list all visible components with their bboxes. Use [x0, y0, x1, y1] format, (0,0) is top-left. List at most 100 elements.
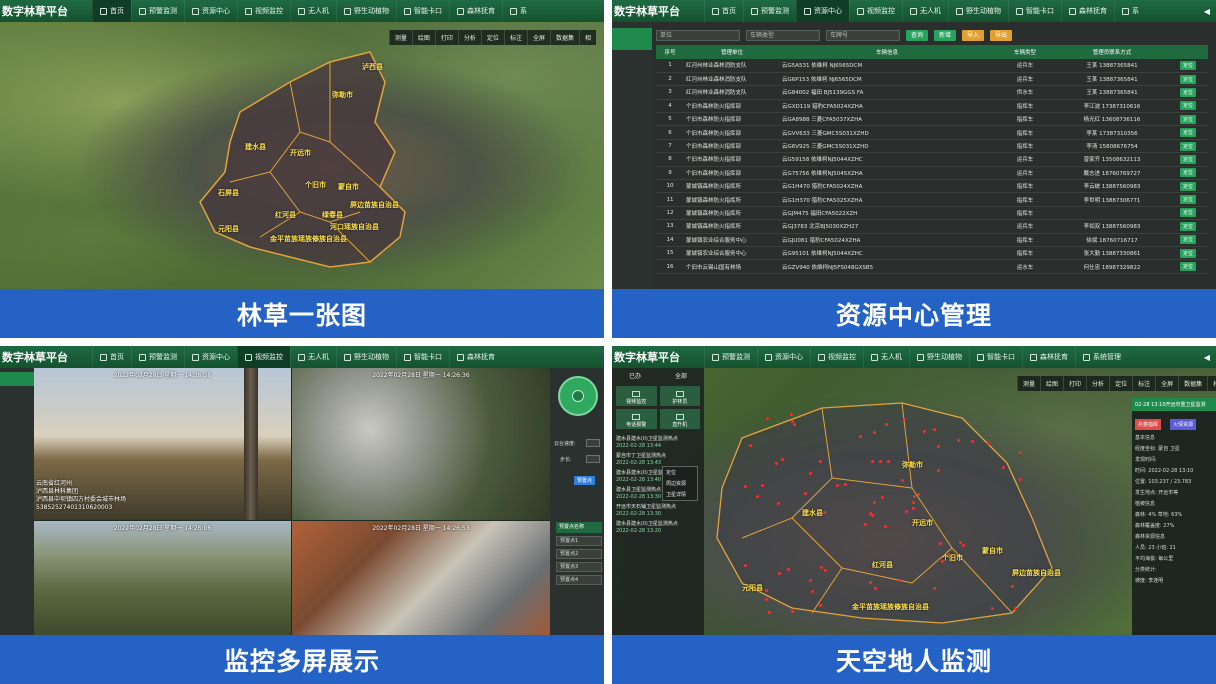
sound-icon[interactable]: ◀ — [1198, 0, 1216, 22]
fire-point[interactable] — [778, 571, 782, 575]
tool-analyze[interactable]: 分析 — [457, 30, 481, 45]
nav-resource[interactable]: 资源中心 — [184, 346, 237, 368]
fire-point[interactable] — [823, 510, 827, 514]
locate-button[interactable]: 定位 — [1179, 141, 1196, 151]
nav-forest-care[interactable]: 森林抚育 — [1061, 0, 1114, 22]
nav-system[interactable]: 系 — [1114, 0, 1146, 22]
fire-command-button[interactable]: 扑救指挥 — [1135, 419, 1162, 430]
table-row[interactable]: 5 个旧市森林防火指挥部 云GA8988 三菱CFA5037XZHA 指挥车 杨光红 1… — [656, 112, 1208, 127]
tool-locate[interactable]: 定位 — [1109, 376, 1132, 391]
table-row[interactable]: 7 个旧市森林防火指挥部 云G6V925 三菱GMC5S031XZHD 指挥车 李清 1… — [656, 139, 1208, 154]
locate-button[interactable]: 定位 — [1179, 101, 1196, 111]
tool-mark[interactable]: 标注 — [1132, 376, 1155, 391]
nav-drone[interactable]: 无人机 — [290, 346, 336, 368]
fire-point[interactable] — [858, 434, 862, 438]
table-row[interactable]: 12 蒙城镇森林防火指挥所 云GJM475 福田CFA5022XZH 指挥车 定位 — [656, 206, 1208, 221]
fire-point[interactable] — [880, 495, 884, 499]
nav-video[interactable]: 视频监控 — [849, 0, 902, 22]
fire-point[interactable] — [1019, 477, 1022, 481]
fire-point[interactable] — [902, 417, 906, 421]
fire-point[interactable] — [749, 443, 753, 447]
nav-resource[interactable]: 资源中心 — [757, 346, 810, 368]
plate-filter-input[interactable]: 车牌号 — [826, 30, 900, 41]
fire-point[interactable] — [808, 472, 812, 476]
table-row[interactable]: 15 蒙城镇农业综合服务中心 云G95101 依维柯NJ5044XZHC 指挥车 张大勤… — [656, 246, 1208, 261]
fire-point[interactable] — [936, 444, 940, 448]
locate-button[interactable]: 定位 — [1179, 74, 1196, 84]
nav-checkpoint[interactable]: 智能卡口 — [1008, 0, 1061, 22]
table-row[interactable]: 16 个旧市云锡山国有林场 云GZV940 依维柯NJ5FS048GXSB5 运水车何… — [656, 259, 1208, 274]
tool-fullscreen[interactable]: 全屏 — [1155, 376, 1178, 391]
ctx-nearby-resources[interactable]: 周边资源 — [663, 478, 697, 489]
tool-measure[interactable]: 测量 — [1017, 376, 1040, 391]
tool-fullscreen[interactable]: 全屏 — [526, 30, 550, 45]
tool-measure[interactable]: 测量 — [388, 30, 412, 45]
preset-item[interactable]: 预置点4 — [556, 575, 602, 585]
tool-mark[interactable]: 标注 — [503, 30, 527, 45]
nav-forest-care[interactable]: 森林抚育 — [449, 346, 502, 368]
fire-point[interactable] — [843, 483, 847, 486]
tool-draw[interactable]: 绘图 — [1040, 376, 1063, 391]
speed-select[interactable] — [586, 439, 600, 447]
tool-print[interactable]: 打印 — [434, 30, 458, 45]
nav-alert[interactable]: 预警监测 — [131, 0, 184, 22]
preset-item[interactable]: 预置点3 — [556, 562, 602, 572]
fire-point[interactable] — [765, 417, 769, 421]
preset-button[interactable]: 预置点 — [574, 476, 596, 485]
nav-video[interactable]: 视频监控 — [237, 346, 290, 368]
source-ranger-button[interactable]: 护林员 — [659, 386, 700, 406]
table-row[interactable]: 10 蒙城镇森林防火指挥所 云G1H470 猎豹CFA5024XZHA 指挥车 李云统 … — [656, 179, 1208, 194]
table-row[interactable]: 1 红河州林业森林消防支队 云G5A531 依维柯 NJ6565DCM 运兵车 王某 1… — [656, 59, 1208, 73]
fire-point[interactable] — [808, 579, 812, 583]
side-menu-active-item[interactable] — [612, 28, 652, 50]
fire-point[interactable] — [900, 479, 904, 483]
fire-point[interactable] — [872, 431, 876, 435]
fire-point[interactable] — [958, 541, 962, 545]
table-row[interactable]: 11 蒙城镇森林防火指挥所 云G1H370 猎豹CFA5025XZHA 指挥车 李世明 … — [656, 192, 1208, 207]
nav-drone[interactable]: 无人机 — [863, 346, 909, 368]
table-row[interactable]: 8 个旧市森林防火指挥部 云G59158 依维柯NJ5044XZHC 运兵车 曾家齐 1… — [656, 152, 1208, 167]
tool-dataset[interactable]: 数据集 — [1178, 376, 1207, 391]
nav-resource[interactable]: 资源中心 — [796, 0, 849, 22]
tab-done[interactable]: 已办 — [612, 368, 658, 382]
fire-point[interactable] — [962, 543, 966, 547]
nav-forest-care[interactable]: 森林抚育 — [1022, 346, 1075, 368]
nav-alert[interactable]: 预警监测 — [704, 346, 757, 368]
source-video-button[interactable]: 视频监控 — [616, 386, 657, 406]
tool-analyze[interactable]: 分析 — [1086, 376, 1109, 391]
locate-button[interactable]: 定位 — [1179, 128, 1196, 138]
tool-more[interactable]: 相 — [1207, 376, 1216, 391]
import-button[interactable]: 导入 — [962, 30, 985, 41]
fire-point[interactable] — [760, 484, 764, 488]
camera-view-1[interactable]: 2022年02月28日 星期一 14:26:36 云南省红河州 泸西县林科集团 … — [34, 368, 291, 520]
fire-point[interactable] — [1001, 465, 1005, 469]
alert-item[interactable]: 建水县建水(II)卫星监测热点 2022-02-28 13:44 — [616, 436, 700, 450]
fire-point[interactable] — [990, 606, 994, 610]
locate-button[interactable]: 定位 — [1179, 248, 1196, 258]
fire-point[interactable] — [764, 588, 768, 592]
alert-item[interactable]: 蒙自市丁卫星监测热点 2022-02-28 13:43 — [616, 453, 700, 467]
locate-button[interactable]: 定位 — [1179, 60, 1196, 70]
fire-point[interactable] — [744, 484, 748, 488]
nav-wildlife[interactable]: 野生动植物 — [336, 346, 396, 368]
table-row[interactable]: 6 个旧市森林防火指挥部 云GVV633 三菱GMC5S031XZHD 指挥车 李某 1… — [656, 125, 1208, 140]
tool-more[interactable]: 相 — [578, 30, 596, 45]
locate-button[interactable]: 定位 — [1179, 208, 1196, 218]
locate-button[interactable]: 定位 — [1179, 181, 1196, 191]
fire-point[interactable] — [886, 460, 890, 463]
satellite-map[interactable]: 泸西县 弥勒市 开远市 个旧市 蒙自市 建水县 石屏县 红河县 元阳县 绿春县 … — [0, 22, 604, 289]
camera-view-2[interactable]: 2022年02月28日 星期一 14:26:36 — [292, 368, 550, 520]
camera-view-4[interactable]: 2022年02月28日 星期一 14:26:53 — [292, 521, 550, 635]
sound-icon[interactable]: ◀ — [1198, 346, 1216, 368]
locate-button[interactable]: 定位 — [1179, 114, 1196, 124]
table-row[interactable]: 3 红河州林业森林消防支队 云G84002 福田 BJ5139GGS FA 供水车 王某… — [656, 85, 1208, 100]
ctx-locate[interactable]: 定位 — [663, 467, 697, 478]
nav-wildlife[interactable]: 野生动植物 — [948, 0, 1008, 22]
nav-forest-care[interactable]: 森林抚育 — [449, 0, 502, 22]
nav-system[interactable]: 系 — [502, 0, 534, 22]
nav-home[interactable]: 首页 — [92, 0, 131, 22]
nav-checkpoint[interactable]: 智能卡口 — [969, 346, 1022, 368]
fire-point[interactable] — [897, 579, 901, 583]
nav-home[interactable]: 首页 — [92, 346, 131, 368]
nav-resource[interactable]: 资源中心 — [184, 0, 237, 22]
